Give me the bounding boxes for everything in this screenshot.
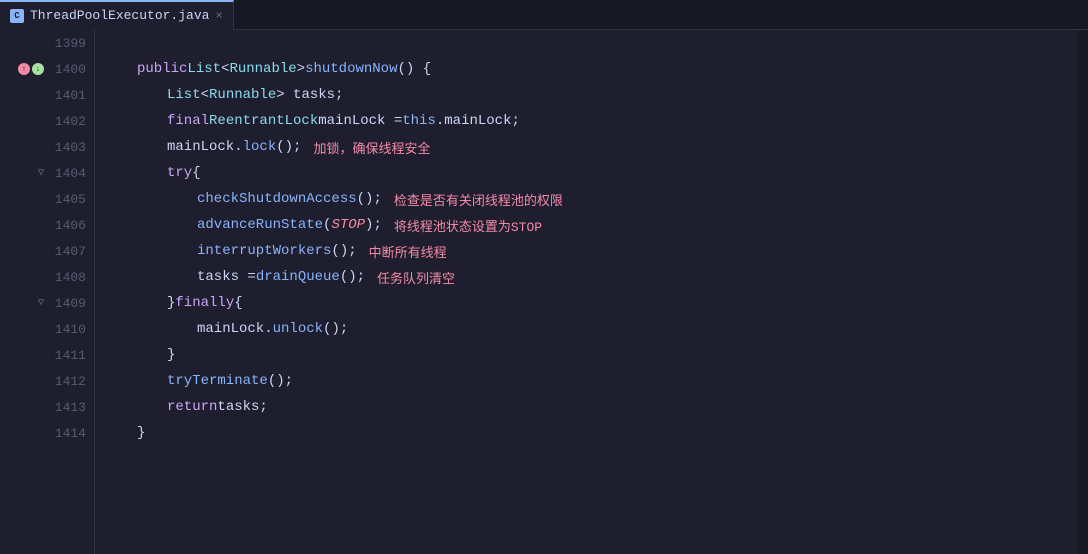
code-line-1400: public List < Runnable > shutdownNow () … <box>107 56 1078 82</box>
code-line-1413: return tasks; <box>107 394 1078 420</box>
code-line-1412: tryTerminate (); <box>107 368 1078 394</box>
gutter-row-1414: 1414 <box>0 420 94 446</box>
annotation-1403: 加锁，确保线程安全 <box>313 138 430 157</box>
code-line-1401: List < Runnable > tasks; <box>107 82 1078 108</box>
annotation-1407: 中断所有线程 <box>369 242 447 261</box>
gutter-row-1407: 1407 <box>0 238 94 264</box>
code-content-area: public List < Runnable > shutdownNow () … <box>95 30 1078 554</box>
line-number: 1403 <box>48 140 86 155</box>
code-line-1403: mainLock. lock (); 加锁，确保线程安全 <box>107 134 1078 160</box>
line-number: 1414 <box>48 426 86 441</box>
line-number: 1413 <box>48 400 86 415</box>
annotation-1408: 任务队列清空 <box>377 268 455 287</box>
code-line-1410: mainLock. unlock (); <box>107 316 1078 342</box>
code-line-1399 <box>107 30 1078 56</box>
line-number: 1406 <box>48 218 86 233</box>
gutter-row-1411: 1411 <box>0 342 94 368</box>
gutter-row-1405: 1405 <box>0 186 94 212</box>
tab-label: ThreadPoolExecutor.java <box>30 8 209 23</box>
breakpoint-up-icon[interactable]: ↑ <box>18 63 30 75</box>
gutter-row-1403: 1403 <box>0 134 94 160</box>
code-line-1411: } <box>107 342 1078 368</box>
code-line-1407: interruptWorkers (); 中断所有线程 <box>107 238 1078 264</box>
java-file-icon: C <box>10 9 24 23</box>
tab-close-button[interactable]: × <box>215 9 222 23</box>
line-gutter: 1399 ↑ ↓ 1400 1401 1402 <box>0 30 95 554</box>
gutter-row-1401: 1401 <box>0 82 94 108</box>
line-number: 1402 <box>48 114 86 129</box>
line-number: 1405 <box>48 192 86 207</box>
line-number: 1401 <box>48 88 86 103</box>
gutter-row-1406: 1406 <box>0 212 94 238</box>
code-line-1406: advanceRunState ( STOP ); 将线程池状态设置为STOP <box>107 212 1078 238</box>
code-line-1402: final ReentrantLock mainLock = this .mai… <box>107 108 1078 134</box>
gutter-row-1413: 1413 <box>0 394 94 420</box>
line-number: 1411 <box>48 348 86 363</box>
code-line-1414: } <box>107 420 1078 446</box>
code-line-1404: try { <box>107 160 1078 186</box>
line-number: 1409 <box>48 296 86 311</box>
line-number: 1408 <box>48 270 86 285</box>
annotation-1406: 将线程池状态设置为STOP <box>394 216 542 235</box>
vertical-scrollbar[interactable] <box>1078 30 1088 554</box>
editor-area: 1399 ↑ ↓ 1400 1401 1402 <box>0 30 1088 554</box>
gutter-row-1412: 1412 <box>0 368 94 394</box>
tab-threadpoolexecutor[interactable]: C ThreadPoolExecutor.java × <box>0 0 234 30</box>
gutter-row-1410: 1410 <box>0 316 94 342</box>
fold-icon[interactable]: ▽ <box>38 297 44 309</box>
gutter-row-1404: ▽ 1404 <box>0 160 94 186</box>
line-number: 1404 <box>48 166 86 181</box>
code-line-1409: } finally { <box>107 290 1078 316</box>
annotation-1405: 检查是否有关闭线程池的权限 <box>394 190 563 209</box>
line-number: 1399 <box>48 36 86 51</box>
gutter-row-1402: 1402 <box>0 108 94 134</box>
breakpoint-down-icon[interactable]: ↓ <box>32 63 44 75</box>
code-line-1408: tasks = drainQueue (); 任务队列清空 <box>107 264 1078 290</box>
gutter-row-1400: ↑ ↓ 1400 <box>0 56 94 82</box>
line-number: 1412 <box>48 374 86 389</box>
gutter-row-1399: 1399 <box>0 30 94 56</box>
gutter-row-1409: ▽ 1409 <box>0 290 94 316</box>
tab-bar: C ThreadPoolExecutor.java × <box>0 0 1088 30</box>
line-number: 1407 <box>48 244 86 259</box>
line-number: 1400 <box>48 62 86 77</box>
line-number: 1410 <box>48 322 86 337</box>
fold-icon[interactable]: ▽ <box>38 167 44 179</box>
code-line-1405: checkShutdownAccess (); 检查是否有关闭线程池的权限 <box>107 186 1078 212</box>
app-window: C ThreadPoolExecutor.java × 1399 ↑ ↓ 140… <box>0 0 1088 554</box>
gutter-row-1408: 1408 <box>0 264 94 290</box>
